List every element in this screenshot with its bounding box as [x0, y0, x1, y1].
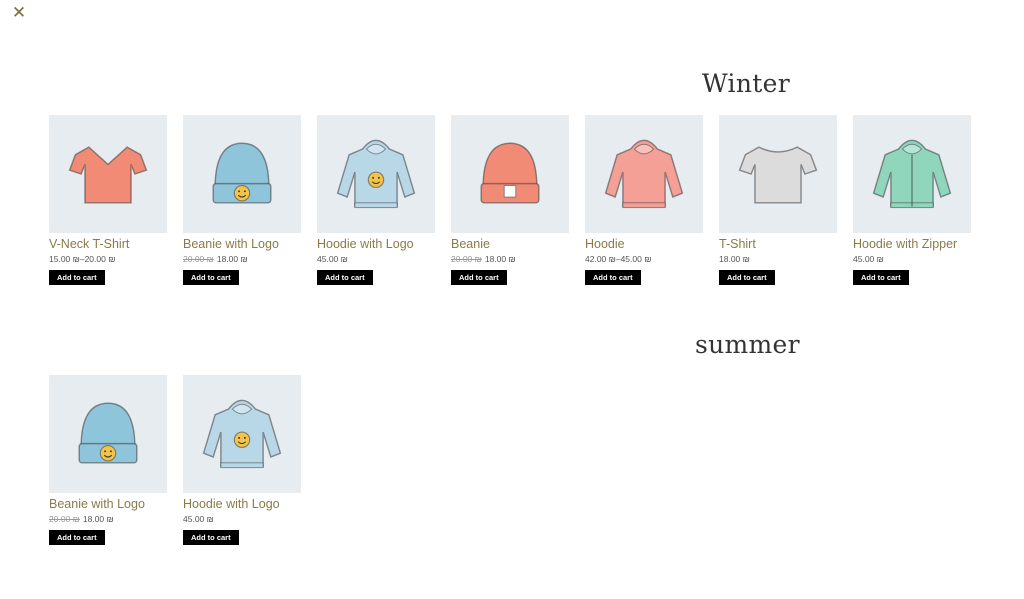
add-to-cart-button[interactable]: Add to cart — [183, 270, 239, 285]
current-price: 18.00 ₪ — [719, 254, 750, 264]
product-price: 45.00 ₪ — [183, 514, 301, 526]
product-price: 20.00 ₪ 18.00 ₪ — [49, 514, 167, 526]
old-price: 20.00 ₪ — [49, 514, 80, 524]
section-title-summer: summer — [695, 330, 800, 359]
add-to-cart-button[interactable]: Add to cart — [719, 270, 775, 285]
section-title-winter: Winter — [702, 69, 790, 98]
product-name-link[interactable]: Beanie with Logo — [49, 497, 167, 511]
hoodie-logo-icon[interactable] — [317, 115, 435, 233]
hoodie-zipper-icon[interactable] — [853, 115, 971, 233]
product-name-link[interactable]: Hoodie with Logo — [317, 237, 435, 251]
product-name-link[interactable]: Hoodie — [585, 237, 703, 251]
product-card: Beanie 20.00 ₪ 18.00 ₪ Add to cart — [451, 115, 569, 285]
hoodie-logo-icon[interactable] — [183, 375, 301, 493]
hoodie-icon[interactable] — [585, 115, 703, 233]
product-name-link[interactable]: Hoodie with Zipper — [853, 237, 971, 251]
current-price: 18.00 ₪ — [216, 254, 248, 264]
close-icon[interactable]: ✕ — [10, 4, 28, 22]
product-name-link[interactable]: Hoodie with Logo — [183, 497, 301, 511]
product-price: 42.00 ₪–45.00 ₪ — [585, 254, 703, 266]
product-grid-summer: Beanie with Logo 20.00 ₪ 18.00 ₪ Add to car… — [49, 375, 301, 545]
product-name-link[interactable]: T-Shirt — [719, 237, 837, 251]
current-price: 45.00 ₪ — [183, 514, 214, 524]
add-to-cart-button[interactable]: Add to cart — [317, 270, 373, 285]
product-grid-winter: V-Neck T-Shirt 15.00 ₪–20.00 ₪ Add to cart… — [49, 115, 971, 285]
add-to-cart-button[interactable]: Add to cart — [49, 270, 105, 285]
product-card: Beanie with Logo 20.00 ₪ 18.00 ₪ Add to car… — [49, 375, 167, 545]
product-price: 18.00 ₪ — [719, 254, 837, 266]
product-price: 45.00 ₪ — [317, 254, 435, 266]
product-card: T-Shirt 18.00 ₪ Add to cart — [719, 115, 837, 285]
beanie-logo-icon[interactable] — [49, 375, 167, 493]
beanie-logo-icon[interactable] — [183, 115, 301, 233]
product-card: V-Neck T-Shirt 15.00 ₪–20.00 ₪ Add to cart — [49, 115, 167, 285]
current-price: 42.00 ₪–45.00 ₪ — [585, 254, 652, 264]
tshirt-icon[interactable] — [719, 115, 837, 233]
add-to-cart-button[interactable]: Add to cart — [183, 530, 239, 545]
add-to-cart-button[interactable]: Add to cart — [585, 270, 641, 285]
current-price: 45.00 ₪ — [853, 254, 884, 264]
product-card: Hoodie 42.00 ₪–45.00 ₪ Add to cart — [585, 115, 703, 285]
add-to-cart-button[interactable]: Add to cart — [451, 270, 507, 285]
product-price: 20.00 ₪ 18.00 ₪ — [183, 254, 301, 266]
current-price: 45.00 ₪ — [317, 254, 348, 264]
old-price: 20.00 ₪ — [183, 254, 214, 264]
product-card: Hoodie with Logo 45.00 ₪ Add to cart — [317, 115, 435, 285]
current-price: 18.00 ₪ — [82, 514, 114, 524]
product-card: Hoodie with Zipper 45.00 ₪ Add to cart — [853, 115, 971, 285]
product-card: Beanie with Logo 20.00 ₪ 18.00 ₪ Add to car… — [183, 115, 301, 285]
product-name-link[interactable]: V-Neck T-Shirt — [49, 237, 167, 251]
product-name-link[interactable]: Beanie with Logo — [183, 237, 301, 251]
product-price: 20.00 ₪ 18.00 ₪ — [451, 254, 569, 266]
product-card: Hoodie with Logo 45.00 ₪ Add to cart — [183, 375, 301, 545]
vneck-tshirt-icon[interactable] — [49, 115, 167, 233]
old-price: 20.00 ₪ — [451, 254, 482, 264]
current-price: 15.00 ₪–20.00 ₪ — [49, 254, 116, 264]
product-price: 45.00 ₪ — [853, 254, 971, 266]
add-to-cart-button[interactable]: Add to cart — [49, 530, 105, 545]
product-price: 15.00 ₪–20.00 ₪ — [49, 254, 167, 266]
current-price: 18.00 ₪ — [484, 254, 516, 264]
product-name-link[interactable]: Beanie — [451, 237, 569, 251]
beanie-icon[interactable] — [451, 115, 569, 233]
add-to-cart-button[interactable]: Add to cart — [853, 270, 909, 285]
